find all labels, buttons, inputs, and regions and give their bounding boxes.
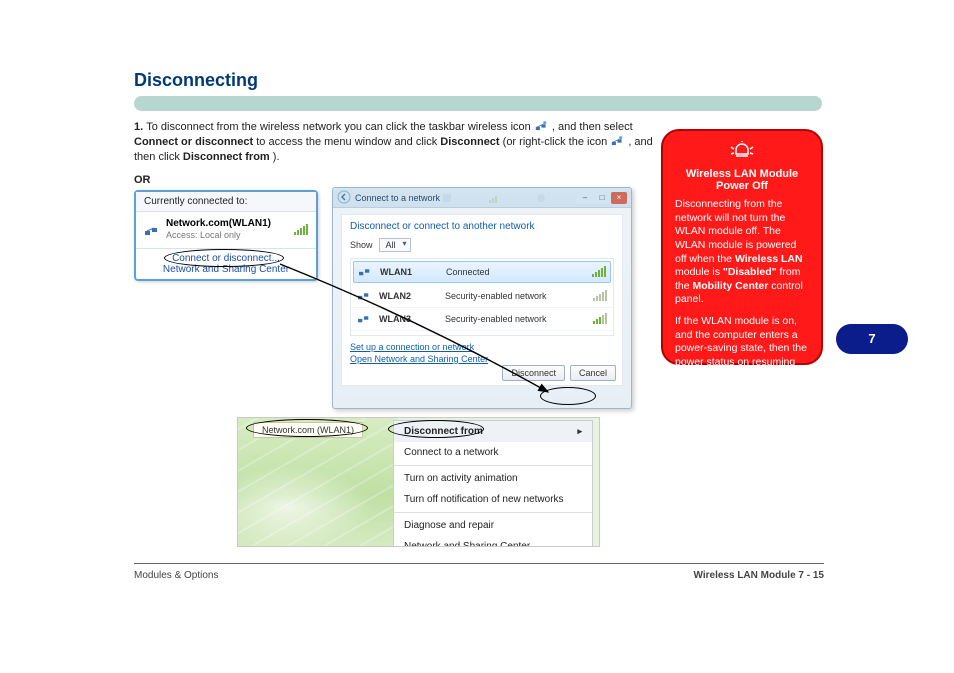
taskbar-network-tooltip: Network.com (WLAN1) — [253, 422, 363, 438]
minimize-button[interactable]: – — [577, 192, 593, 204]
network-name: WLAN1 — [380, 267, 440, 277]
menu-separator — [394, 512, 592, 513]
toolbar-ghost-3 — [536, 192, 575, 204]
context-menu: Disconnect from Connect to a network Tur… — [393, 420, 593, 547]
network-status: Security-enabled network — [445, 291, 587, 301]
menu-item-disconnect-from[interactable]: Disconnect from — [394, 421, 592, 442]
footer-rule — [134, 563, 824, 564]
signal-strength-icon — [593, 291, 607, 301]
open-network-sharing-link[interactable]: Open Network and Sharing Center — [350, 354, 614, 366]
connect-window-footer-links: Set up a connection or network Open Netw… — [350, 342, 614, 365]
taskbar-wireless-icon-inline-2 — [611, 135, 624, 147]
footer-left: Modules & Options — [134, 570, 219, 581]
show-label: Show — [350, 240, 373, 250]
signal-strength-icon — [593, 314, 607, 324]
intro-bold3: Disconnect from — [183, 151, 270, 163]
or-label: OR — [134, 174, 151, 186]
network-icon — [358, 265, 374, 279]
menu-separator — [394, 465, 592, 466]
taskbar-wireless-icon-inline-1 — [535, 120, 548, 132]
step-1-text: 1. To disconnect from the wireless netwo… — [134, 120, 654, 165]
menu-item-turn-off-notification[interactable]: Turn off notification of new networks — [394, 489, 592, 510]
close-button[interactable]: × — [611, 192, 627, 204]
show-filter-select[interactable]: All — [379, 238, 411, 252]
taskbar-context-menu-shot: Network.com (WLAN1) Disconnect from Conn… — [237, 417, 600, 547]
network-tooltip-popup: Currently connected to: Network.com(WLAN… — [134, 190, 318, 281]
connect-or-disconnect-link[interactable]: Connect or disconnect... — [144, 253, 308, 264]
setup-connection-link[interactable]: Set up a connection or network — [350, 342, 614, 354]
signal-strength-icon — [294, 225, 308, 235]
back-button[interactable] — [337, 190, 351, 206]
network-row-wlan2[interactable]: WLAN2 Security-enabled network — [351, 285, 613, 308]
network-icon — [357, 312, 373, 326]
footer: Modules & Options Wireless LAN Module 7 … — [134, 570, 824, 581]
intro-part1: To disconnect from the wireless network … — [146, 121, 534, 133]
warning-paragraph-1: Disconnecting from the network will not … — [675, 198, 809, 307]
intro-part6: ). — [273, 151, 280, 163]
intro-part3: to access the menu window and click — [256, 136, 440, 148]
tooltip-network-row: Network.com(WLAN1) Access: Local only — [136, 212, 316, 248]
network-name: WLAN2 — [379, 291, 439, 301]
maximize-button[interactable]: □ — [594, 192, 610, 204]
page-heading: Disconnecting — [134, 70, 258, 91]
network-status: Connected — [446, 267, 586, 277]
menu-item-connect-to-network[interactable]: Connect to a network — [394, 442, 592, 463]
menu-item-diagnose[interactable]: Diagnose and repair — [394, 515, 592, 536]
intro-part4: (or right-click the icon — [503, 136, 611, 148]
chapter-page-badge: 7 — [836, 324, 908, 354]
network-icon — [357, 289, 373, 303]
menu-item-activity-animation[interactable]: Turn on activity animation — [394, 468, 592, 489]
toolbar-ghost-1 — [442, 192, 481, 204]
intro-bold1: Connect or disconnect — [134, 136, 253, 148]
show-filter-row: Show All — [350, 238, 614, 252]
step-number: 1. — [134, 121, 146, 133]
network-list: WLAN1 Connected WLAN2 Security-enabled n… — [350, 258, 614, 336]
menu-item-sharing-center[interactable]: Network and Sharing Center — [394, 536, 592, 547]
teal-divider — [134, 96, 822, 111]
alarm-icon — [675, 141, 809, 164]
disconnect-button[interactable]: Disconnect — [502, 365, 565, 381]
signal-strength-icon — [592, 267, 606, 277]
toolbar-ghost-2 — [489, 192, 528, 204]
tooltip-links: Connect or disconnect... Network and Sha… — [136, 248, 316, 279]
footer-right: Wireless LAN Module 7 - 15 — [694, 570, 825, 581]
warning-panel: Wireless LAN Module Power Off Disconnect… — [661, 129, 823, 365]
intro-bold2: Disconnect — [440, 136, 499, 148]
network-row-wlan1[interactable]: WLAN1 Connected — [353, 261, 611, 283]
network-row-wlan3[interactable]: WLAN3 Security-enabled network — [351, 308, 613, 331]
network-status: Security-enabled network — [445, 314, 587, 324]
tooltip-network-name: Network.com(WLAN1) — [166, 218, 271, 229]
network-name: WLAN3 — [379, 314, 439, 324]
tooltip-access-label: Access: Local only — [166, 230, 241, 240]
window-title: Connect to a network — [355, 193, 440, 203]
tooltip-header: Currently connected to: — [136, 192, 316, 212]
intro-part2: , and then select — [552, 121, 633, 133]
warning-title: Wireless LAN Module Power Off — [675, 168, 809, 192]
window-titlebar: Connect to a network – □ × — [333, 188, 631, 208]
connect-to-network-window: Connect to a network – □ × Disconnect or… — [332, 187, 632, 409]
warning-paragraph-2: If the WLAN module is on, and the comput… — [675, 315, 809, 397]
network-sharing-center-link[interactable]: Network and Sharing Center — [144, 264, 308, 275]
network-icon — [144, 223, 160, 237]
cancel-button[interactable]: Cancel — [570, 365, 616, 381]
connect-window-instruction: Disconnect or connect to another network — [350, 221, 614, 232]
